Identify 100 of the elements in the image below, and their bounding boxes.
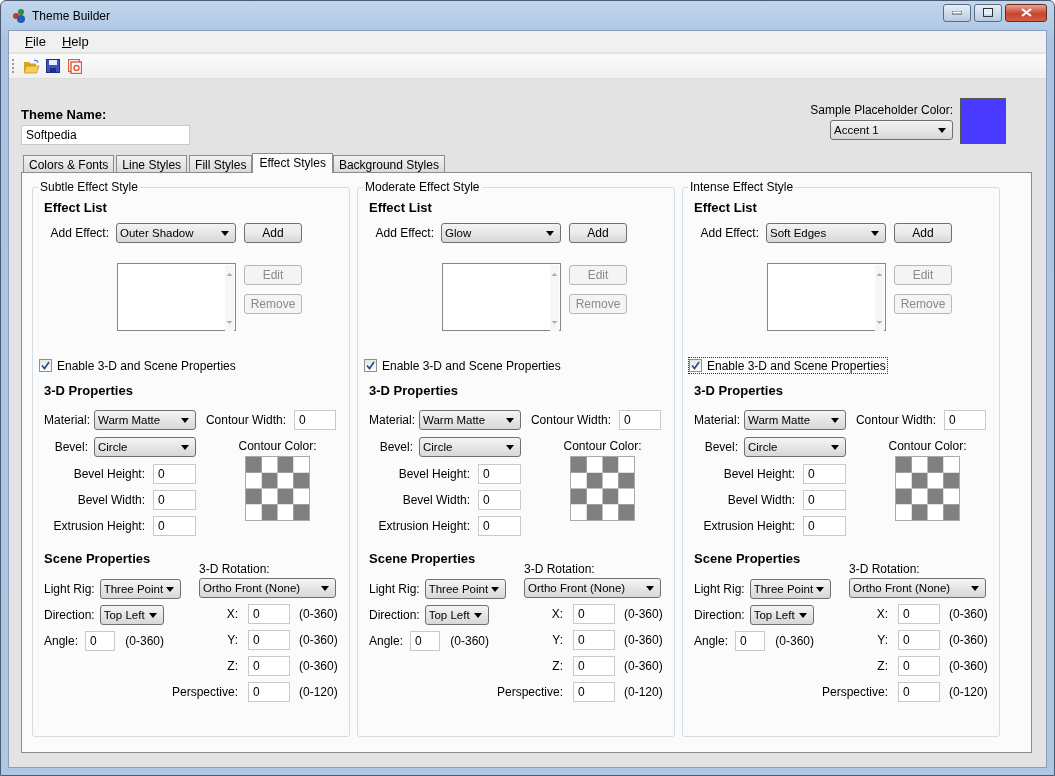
dropdown[interactable]: Three Point bbox=[749, 579, 832, 599]
group-title: Subtle Effect Style bbox=[38, 180, 140, 194]
input-field[interactable]: 0 bbox=[248, 656, 290, 676]
caret-icon bbox=[149, 612, 157, 618]
input-field[interactable]: 0 bbox=[478, 516, 521, 536]
tab[interactable]: Background Styles bbox=[332, 155, 445, 172]
tab[interactable]: Fill Styles bbox=[189, 155, 253, 172]
input-field[interactable]: 0 bbox=[898, 656, 940, 676]
input-field[interactable]: 0 bbox=[898, 630, 940, 650]
dropdown[interactable]: Soft Edges bbox=[766, 223, 886, 243]
tab[interactable]: Line Styles bbox=[116, 155, 188, 172]
input-field[interactable]: 0 bbox=[153, 490, 196, 510]
field-label: Bevel Height: bbox=[72, 467, 145, 481]
input-field[interactable]: 0 bbox=[478, 490, 521, 510]
field-label: Add Effect: bbox=[49, 226, 109, 240]
field-label: Contour Color: bbox=[238, 439, 317, 453]
dropdown[interactable]: Top Left bbox=[749, 605, 814, 625]
contour-color-swatch[interactable] bbox=[245, 456, 310, 521]
checkbox[interactable]: Enable 3-D and Scene Properties bbox=[38, 357, 238, 374]
color-swatch[interactable] bbox=[960, 98, 1006, 144]
minimize-button[interactable] bbox=[943, 3, 971, 22]
input-field[interactable]: 0 bbox=[153, 464, 196, 484]
button[interactable]: Add bbox=[569, 223, 627, 243]
dropdown[interactable]: Outer Shadow bbox=[116, 223, 236, 243]
group-title: Intense Effect Style bbox=[688, 180, 796, 194]
dropdown[interactable]: Circle bbox=[94, 437, 196, 457]
field-label: X: bbox=[225, 607, 238, 621]
dropdown[interactable]: Circle bbox=[744, 437, 846, 457]
section-heading: Effect List bbox=[369, 200, 433, 216]
input-field[interactable]: Softpedia bbox=[21, 125, 190, 145]
dropdown[interactable]: Ortho Front (None) bbox=[524, 578, 661, 598]
list-box[interactable] bbox=[117, 263, 236, 331]
dropdown[interactable]: Ortho Front (None) bbox=[199, 578, 336, 598]
list-box[interactable] bbox=[442, 263, 561, 331]
scrollbar bbox=[875, 265, 884, 331]
dropdown[interactable]: Circle bbox=[419, 437, 521, 457]
field-label: Z: bbox=[551, 659, 563, 673]
input-field[interactable]: 0 bbox=[573, 682, 615, 702]
dropdown[interactable]: Glow bbox=[441, 223, 561, 243]
input-field[interactable]: 0 bbox=[248, 630, 290, 650]
dropdown[interactable]: Warm Matte bbox=[744, 410, 846, 430]
input-field[interactable]: 0 bbox=[573, 604, 615, 624]
input-field[interactable]: 0 bbox=[735, 631, 766, 651]
input-field[interactable]: 0 bbox=[619, 410, 661, 430]
caret-icon bbox=[474, 612, 482, 618]
input-field[interactable]: 0 bbox=[294, 410, 336, 430]
range-label: (0-360) bbox=[125, 634, 164, 648]
range-label: (0-360) bbox=[299, 607, 338, 621]
range-label: (0-360) bbox=[949, 633, 988, 647]
button[interactable]: Add bbox=[244, 223, 302, 243]
dropdown[interactable]: Accent 1 bbox=[830, 120, 953, 140]
menu-item[interactable]: Help bbox=[53, 32, 97, 51]
field-label: X: bbox=[875, 607, 888, 621]
input-field[interactable]: 0 bbox=[803, 516, 846, 536]
tab[interactable]: Colors & Fonts bbox=[23, 155, 115, 172]
dropdown[interactable]: Warm Matte bbox=[94, 410, 196, 430]
dropdown[interactable]: Top Left bbox=[99, 605, 164, 625]
field-label: Material: bbox=[694, 413, 738, 427]
checkbox[interactable]: Enable 3-D and Scene Properties bbox=[688, 357, 888, 374]
range-label: (0-360) bbox=[624, 633, 663, 647]
input-field[interactable]: 0 bbox=[803, 464, 846, 484]
button[interactable]: Add bbox=[894, 223, 952, 243]
contour-color-swatch[interactable] bbox=[570, 456, 635, 521]
input-field[interactable]: 0 bbox=[573, 656, 615, 676]
field-label: Light Rig: bbox=[44, 582, 95, 596]
dropdown[interactable]: Three Point bbox=[99, 579, 182, 599]
field-label: Sample Placeholder Color: bbox=[810, 103, 953, 117]
input-field[interactable]: 0 bbox=[944, 410, 986, 430]
input-field[interactable]: 0 bbox=[248, 682, 290, 702]
field-label: Light Rig: bbox=[694, 582, 745, 596]
checkbox[interactable]: Enable 3-D and Scene Properties bbox=[363, 357, 563, 374]
list-box[interactable] bbox=[767, 263, 886, 331]
slide-button[interactable] bbox=[65, 56, 85, 76]
input-field[interactable]: 0 bbox=[410, 631, 441, 651]
maximize-button[interactable] bbox=[974, 3, 1002, 22]
dropdown[interactable]: Warm Matte bbox=[419, 410, 521, 430]
save-button[interactable] bbox=[43, 56, 63, 76]
caret-icon bbox=[938, 127, 946, 133]
input-field[interactable]: 0 bbox=[478, 464, 521, 484]
contour-color-swatch[interactable] bbox=[895, 456, 960, 521]
input-field[interactable]: 0 bbox=[573, 630, 615, 650]
section-heading: 3-D Properties bbox=[694, 383, 784, 399]
field-label: Bevel Height: bbox=[397, 467, 470, 481]
field-label: Angle: bbox=[44, 634, 79, 648]
input-field[interactable]: 0 bbox=[898, 604, 940, 624]
dropdown[interactable]: Ortho Front (None) bbox=[849, 578, 986, 598]
menu-item[interactable]: File bbox=[17, 32, 54, 51]
close-button[interactable] bbox=[1005, 3, 1047, 22]
input-field[interactable]: 0 bbox=[153, 516, 196, 536]
dropdown[interactable]: Three Point bbox=[424, 579, 507, 599]
input-field[interactable]: 0 bbox=[803, 490, 846, 510]
input-field[interactable]: 0 bbox=[248, 604, 290, 624]
field-label: Add Effect: bbox=[374, 226, 434, 240]
scrollbar bbox=[550, 265, 559, 331]
input-field[interactable]: 0 bbox=[898, 682, 940, 702]
dropdown[interactable]: Top Left bbox=[424, 605, 489, 625]
input-field[interactable]: 0 bbox=[85, 631, 116, 651]
field-label: Bevel: bbox=[378, 440, 413, 454]
field-label: Perspective: bbox=[820, 685, 888, 699]
tab[interactable]: Effect Styles bbox=[252, 153, 333, 173]
